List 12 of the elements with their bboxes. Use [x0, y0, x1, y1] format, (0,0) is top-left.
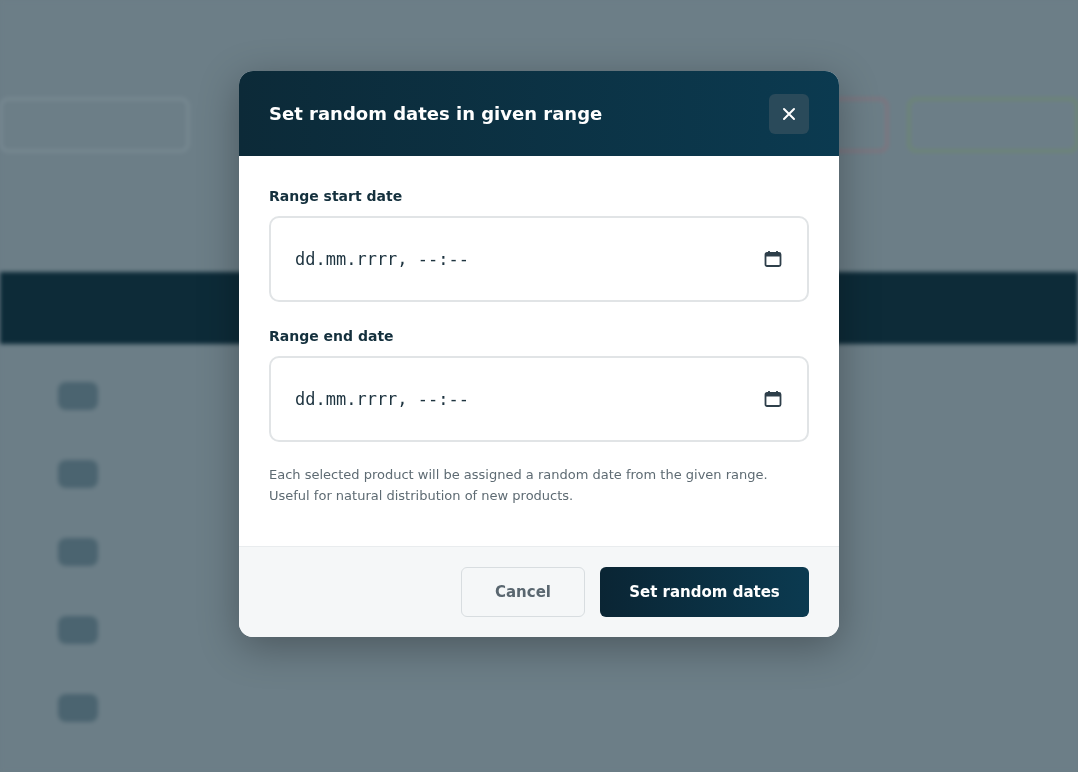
field-label: Range end date [269, 328, 395, 344]
calendar-icon [763, 249, 783, 269]
cancel-button[interactable]: Cancel [461, 567, 585, 617]
field-label: Range start date [269, 188, 404, 204]
close-button[interactable] [769, 93, 809, 134]
dialog-title: Set random dates in given range [269, 103, 603, 124]
confirm-button[interactable]: Set random dates [600, 567, 809, 617]
help-text: Each selected product will be assigned a random date from the given range. Useful for natural distribution of new products. [269, 466, 769, 505]
calendar-icon [763, 389, 783, 409]
close-icon [781, 105, 797, 122]
date-input-field[interactable]: dd.mm.rrrr, --:-- [269, 356, 809, 442]
date-input-field[interactable]: dd.mm.rrrr, --:-- [269, 216, 809, 302]
